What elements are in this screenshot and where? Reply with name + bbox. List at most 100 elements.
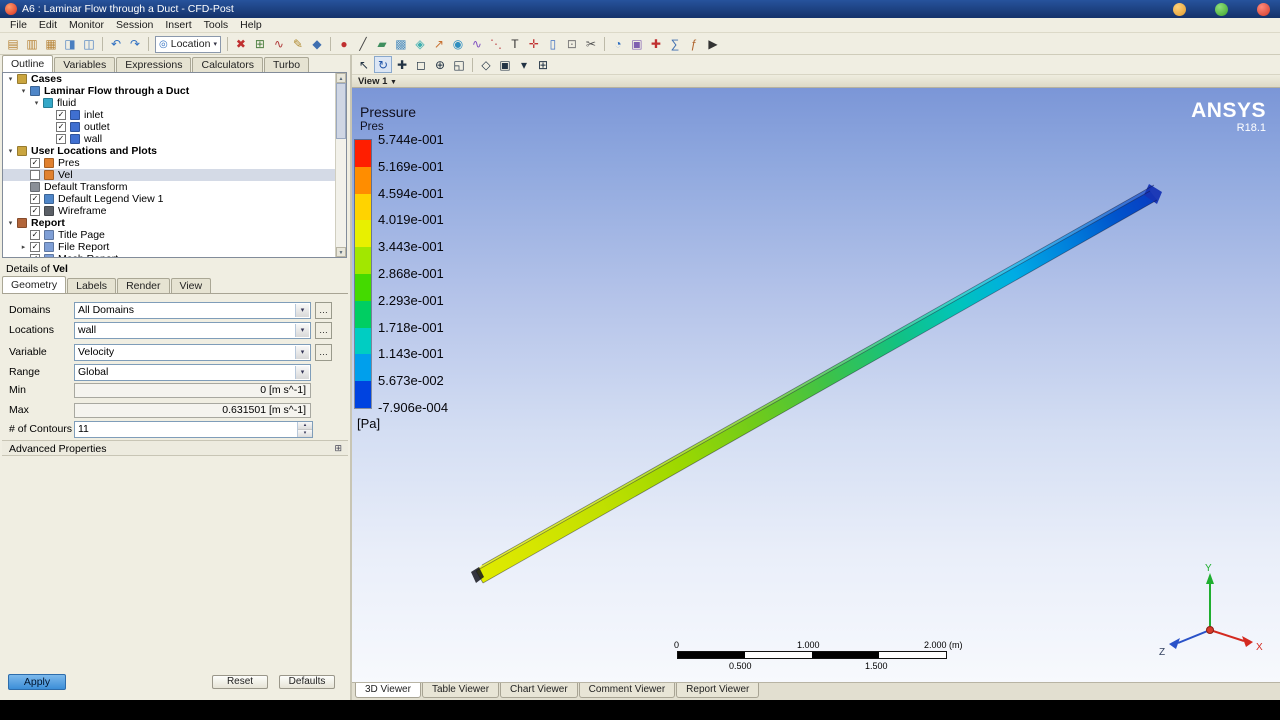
- locations-more-button[interactable]: …: [315, 322, 332, 339]
- text-icon[interactable]: T: [506, 36, 524, 53]
- viewer-3d[interactable]: Pressure Pres 5.744e-001 5.169e-001 4.594e…: [352, 88, 1280, 682]
- expander-icon[interactable]: ▾: [19, 87, 28, 95]
- line-icon[interactable]: ╱: [354, 36, 372, 53]
- scroll-thumb[interactable]: [336, 83, 346, 139]
- legend-icon[interactable]: ▯: [544, 36, 562, 53]
- checkbox[interactable]: ✓: [56, 134, 66, 144]
- tab-outline[interactable]: Outline: [2, 55, 54, 72]
- tree-item-wireframe[interactable]: ✓ Wireframe: [3, 205, 346, 217]
- streamline-icon[interactable]: ∿: [468, 36, 486, 53]
- domains-more-button[interactable]: …: [315, 302, 332, 319]
- coord-frame-icon[interactable]: ✛: [525, 36, 543, 53]
- details-tab-view[interactable]: View: [170, 278, 212, 293]
- table-icon[interactable]: ⊞: [251, 36, 269, 53]
- reset-button[interactable]: Reset: [212, 675, 268, 689]
- quick-editor-icon[interactable]: ▣: [628, 36, 646, 53]
- details-tab-labels[interactable]: Labels: [67, 278, 117, 293]
- expander-icon[interactable]: ▾: [32, 99, 41, 107]
- checkbox[interactable]: ✓: [30, 206, 40, 216]
- scroll-down-icon[interactable]: ▼: [336, 247, 346, 257]
- redo-icon[interactable]: ↷: [126, 36, 144, 53]
- tree-item-user-locations-and-plots[interactable]: ▾ User Locations and Plots: [3, 145, 346, 157]
- tree-item-vel[interactable]: Vel: [3, 169, 346, 181]
- tree-item-inlet[interactable]: ✓ inlet: [3, 109, 346, 121]
- expander-icon[interactable]: ▾: [6, 147, 15, 155]
- viewer-tab-comment-viewer[interactable]: Comment Viewer: [578, 683, 676, 698]
- details-tab-geometry[interactable]: Geometry: [2, 276, 67, 293]
- expander-icon[interactable]: ▾: [6, 219, 15, 227]
- tree-item-mesh-report[interactable]: ✓ Mesh Report: [3, 253, 346, 257]
- menu-help[interactable]: Help: [234, 19, 268, 31]
- tree-item-wall[interactable]: ✓ wall: [3, 133, 346, 145]
- chart-icon[interactable]: ∿: [270, 36, 288, 53]
- dropdown-caret-icon[interactable]: ▾: [295, 304, 309, 317]
- checkbox[interactable]: ✓: [30, 158, 40, 168]
- checkbox[interactable]: ✓: [56, 110, 66, 120]
- report-template-icon[interactable]: ▦: [42, 36, 60, 53]
- advanced-properties-section[interactable]: Advanced Properties ⊞: [2, 440, 348, 456]
- checkbox[interactable]: ✓: [30, 194, 40, 204]
- dropdown-caret-icon[interactable]: ▾: [295, 346, 309, 359]
- apply-button[interactable]: Apply: [8, 674, 66, 690]
- pan-tool-icon[interactable]: ✚: [393, 56, 411, 73]
- fit-view-icon[interactable]: ◱: [450, 56, 468, 73]
- viewer-layout-icon[interactable]: ◫: [80, 36, 98, 53]
- checkbox[interactable]: ✓: [30, 254, 40, 257]
- menu-monitor[interactable]: Monitor: [63, 19, 110, 31]
- checkbox[interactable]: ✓: [30, 242, 40, 252]
- expand-icon[interactable]: ⊞: [334, 443, 342, 454]
- defaults-button[interactable]: Defaults: [279, 675, 335, 689]
- location-selector[interactable]: ◎ Location ▾: [155, 35, 221, 53]
- contours-input[interactable]: 11 ▴ ▾: [74, 421, 313, 438]
- timestep-icon[interactable]: ◔: [609, 36, 627, 53]
- probe-icon[interactable]: ✚: [647, 36, 665, 53]
- tree-item-laminar-flow-through-a-duct[interactable]: ▾ Laminar Flow through a Duct: [3, 85, 346, 97]
- point-icon[interactable]: ●: [335, 36, 353, 53]
- domains-select[interactable]: All Domains ▾: [74, 302, 311, 319]
- details-tab-render[interactable]: Render: [117, 278, 170, 293]
- dropdown-caret-icon[interactable]: ▾: [295, 324, 309, 337]
- tree-item-outlet[interactable]: ✓ outlet: [3, 121, 346, 133]
- scroll-up-icon[interactable]: ▲: [336, 73, 346, 83]
- menu-insert[interactable]: Insert: [159, 19, 197, 31]
- figure-icon[interactable]: ◆: [308, 36, 326, 53]
- checkbox[interactable]: ✓: [30, 230, 40, 240]
- close-button[interactable]: [1257, 2, 1270, 16]
- expressions-icon[interactable]: ƒ: [685, 36, 703, 53]
- tree-item-default-legend-view-1[interactable]: ✓ Default Legend View 1: [3, 193, 346, 205]
- tree-item-report[interactable]: ▾ Report: [3, 217, 346, 229]
- viewer-tab-table-viewer[interactable]: Table Viewer: [421, 683, 500, 698]
- volume-icon[interactable]: ▩: [392, 36, 410, 53]
- undo-icon[interactable]: ↶: [107, 36, 125, 53]
- tree-item-cases[interactable]: ▾ Cases: [3, 73, 346, 85]
- spin-up-icon[interactable]: ▴: [298, 422, 312, 430]
- delete-icon[interactable]: ✖: [232, 36, 250, 53]
- instancing-icon[interactable]: ⊡: [563, 36, 581, 53]
- select-tool-icon[interactable]: ↖: [355, 56, 373, 73]
- menu-session[interactable]: Session: [110, 19, 159, 31]
- zoom-tool-icon[interactable]: ⊕: [431, 56, 449, 73]
- viewer-tab-chart-viewer[interactable]: Chart Viewer: [500, 683, 578, 698]
- isosurface-icon[interactable]: ◈: [411, 36, 429, 53]
- tree-item-fluid[interactable]: ▾ fluid: [3, 97, 346, 109]
- perspective-icon[interactable]: ◇: [477, 56, 495, 73]
- menu-file[interactable]: File: [4, 19, 33, 31]
- save-picture-icon[interactable]: ◨: [61, 36, 79, 53]
- tree-item-file-report[interactable]: ▸ ✓ File Report: [3, 241, 346, 253]
- particle-track-icon[interactable]: ⋱: [487, 36, 505, 53]
- tab-turbo[interactable]: Turbo: [264, 57, 310, 72]
- vector-icon[interactable]: ↗: [430, 36, 448, 53]
- dropdown-caret-icon[interactable]: ▾: [295, 366, 309, 379]
- variable-select[interactable]: Velocity ▾: [74, 344, 311, 361]
- contour-icon[interactable]: ◉: [449, 36, 467, 53]
- viewer-tab-report-viewer[interactable]: Report Viewer: [676, 683, 760, 698]
- tree-item-title-page[interactable]: ✓ Title Page: [3, 229, 346, 241]
- tab-variables[interactable]: Variables: [54, 57, 116, 72]
- load-results-icon[interactable]: ▤: [4, 36, 22, 53]
- clip-plane-icon[interactable]: ✂: [582, 36, 600, 53]
- maximize-button[interactable]: [1215, 2, 1228, 16]
- minimize-button[interactable]: [1173, 2, 1186, 16]
- range-select[interactable]: Global ▾: [74, 364, 311, 381]
- view-presets-icon[interactable]: ▣: [496, 56, 514, 73]
- checkbox[interactable]: ✓: [56, 122, 66, 132]
